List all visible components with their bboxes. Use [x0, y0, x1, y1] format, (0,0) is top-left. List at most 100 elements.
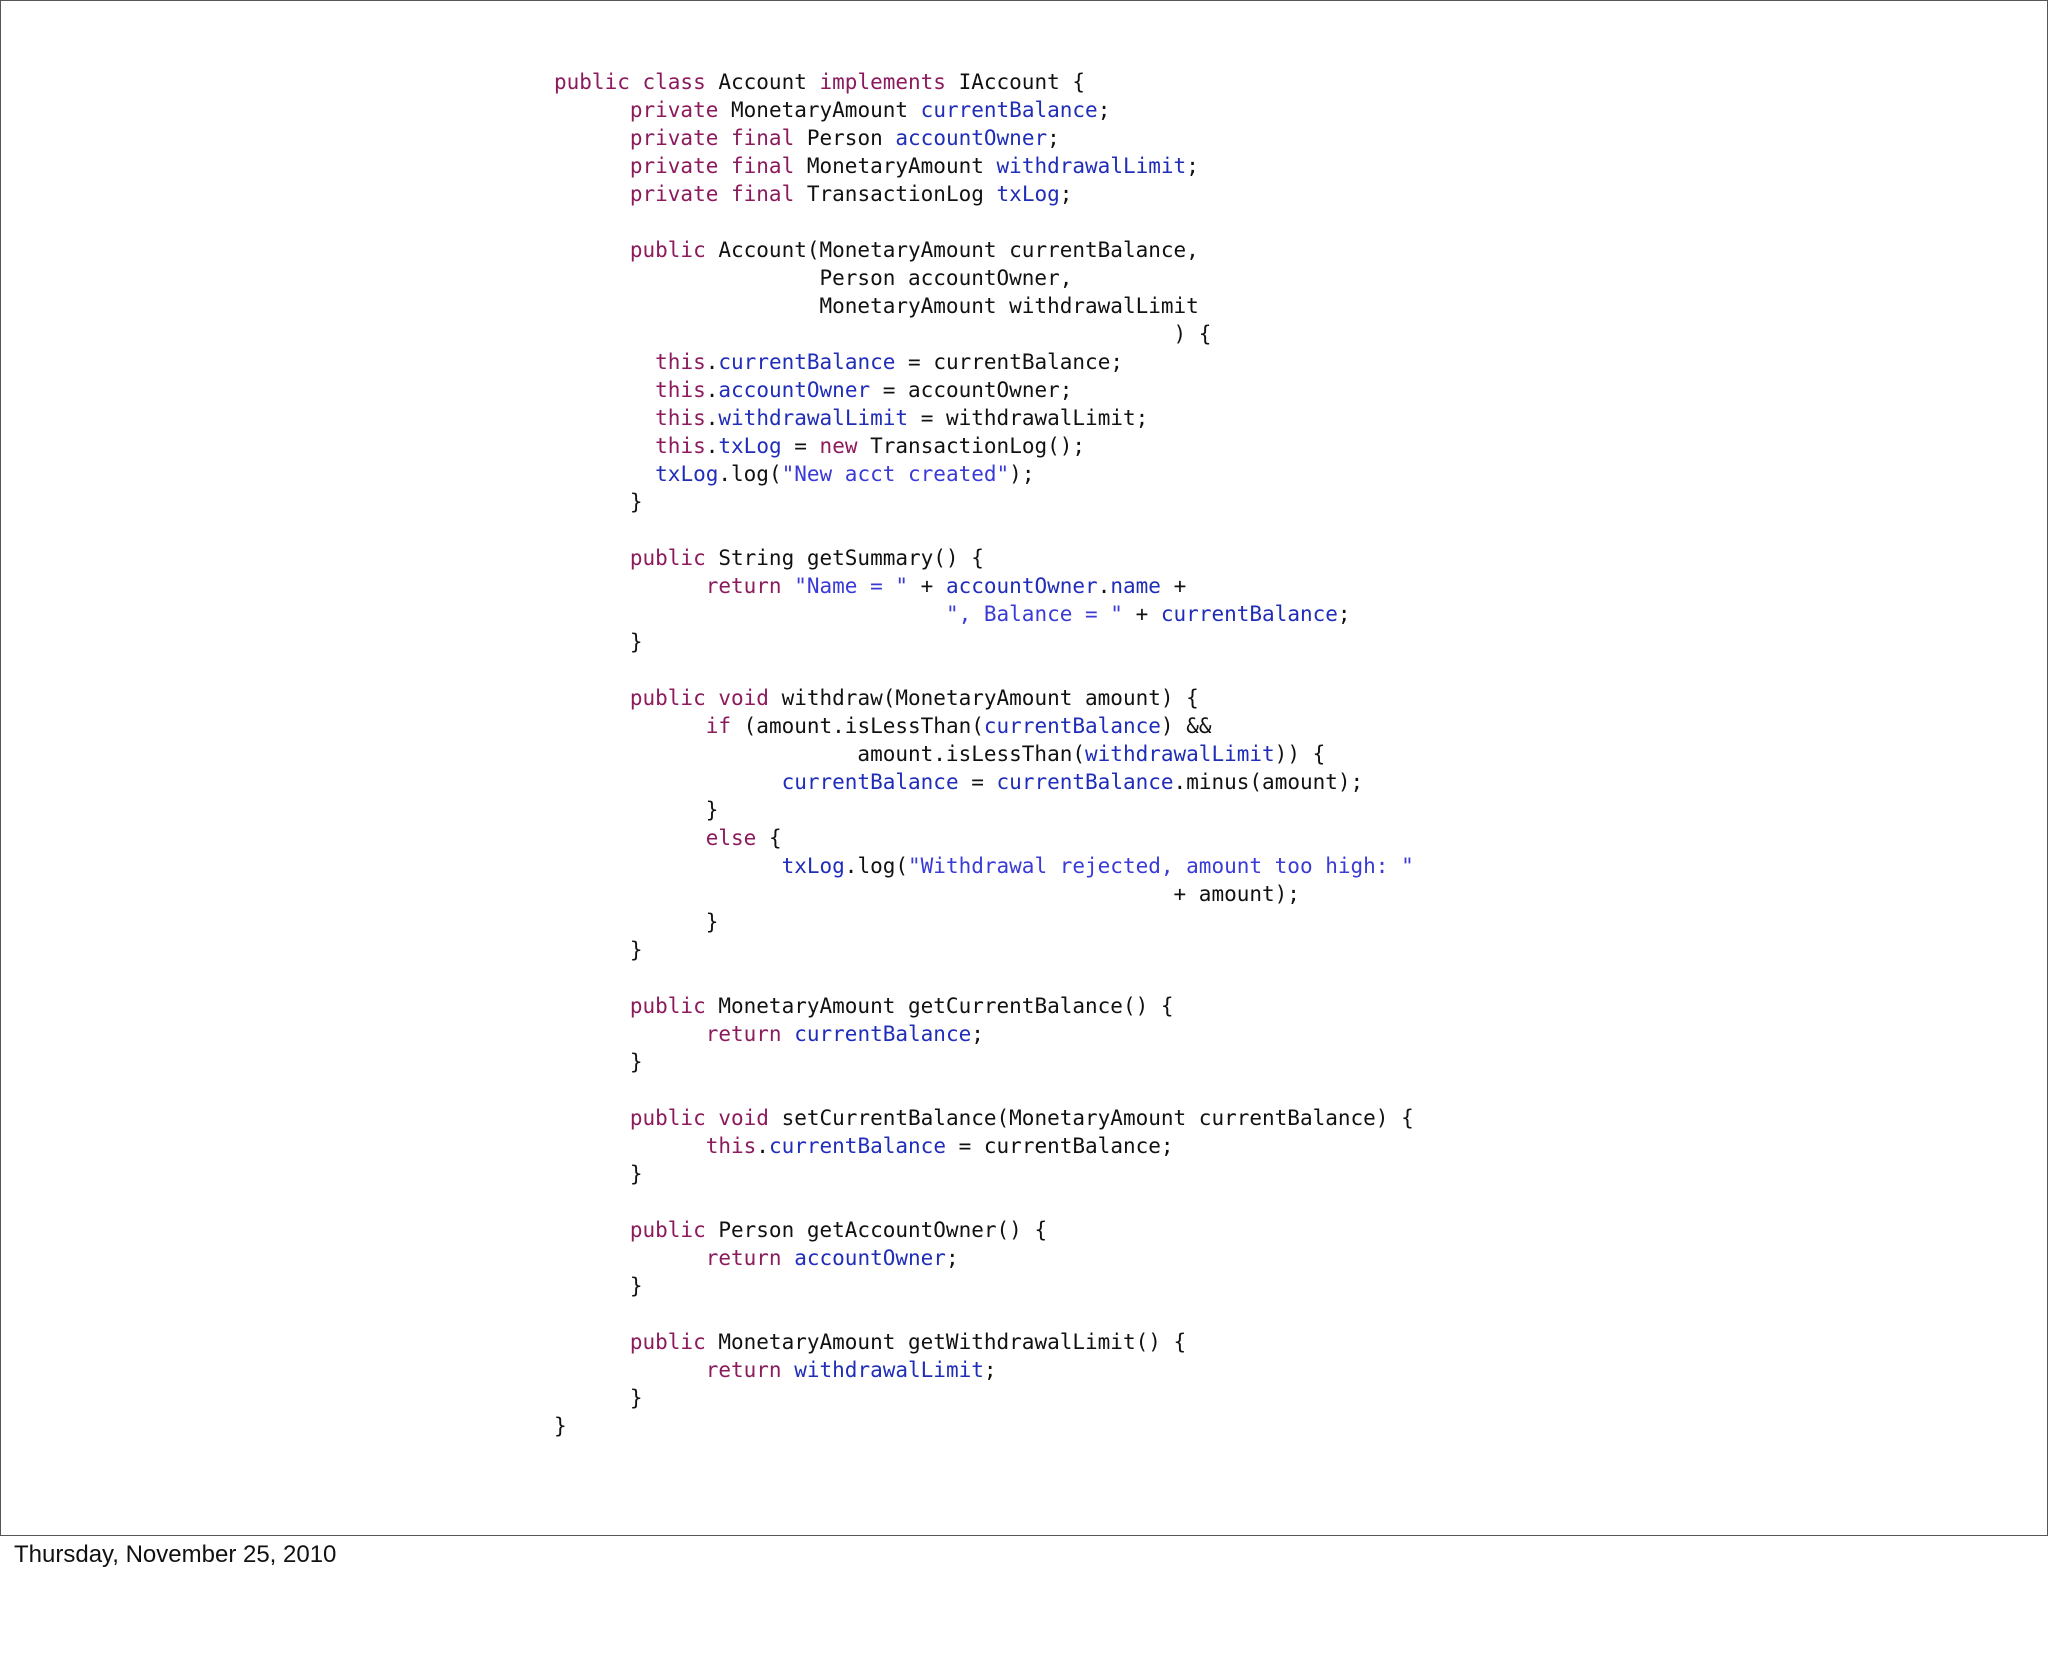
code-field: accountOwner	[718, 378, 871, 402]
code-text: Person accountOwner,	[554, 266, 1073, 290]
code-text: ;	[983, 1358, 997, 1382]
code-line: txLog.log("New acct created");	[554, 460, 1414, 488]
code-field: txLog	[996, 182, 1060, 206]
code-text: Person getAccountOwner() {	[705, 1218, 1048, 1242]
code-field: withdrawalLimit	[794, 1358, 984, 1382]
code-keyword: implements	[819, 70, 946, 94]
code-line: }	[554, 1412, 1414, 1440]
code-line: private final Person accountOwner;	[554, 124, 1414, 152]
code-text: ) &&	[1160, 714, 1212, 738]
code-keyword: public	[629, 1218, 706, 1242]
code-keyword: this	[655, 378, 706, 402]
code-line: }	[554, 628, 1414, 656]
code-line: }	[554, 796, 1414, 824]
code-line: }	[554, 1384, 1414, 1412]
code-text: ;	[1186, 154, 1199, 178]
code-field: name	[1110, 574, 1161, 598]
code-text: .	[705, 350, 719, 374]
code-text: = accountOwner;	[870, 378, 1073, 402]
code-line: this.currentBalance = currentBalance;	[554, 348, 1414, 376]
code-keyword: new	[819, 434, 858, 458]
code-field: withdrawalLimit	[996, 154, 1187, 178]
code-text: MonetaryAmount	[794, 154, 997, 178]
code-text: IAccount {	[945, 70, 1086, 94]
code-field: accountOwner	[895, 126, 1048, 150]
code-text: .minus(amount);	[1173, 770, 1364, 794]
code-text: Account	[705, 70, 820, 94]
code-text: }	[554, 1050, 643, 1074]
code-text: {	[756, 826, 782, 850]
code-text: amount.isLessThan(	[554, 742, 1086, 766]
code-text: Person	[794, 126, 896, 150]
code-line: txLog.log("Withdrawal rejected, amount t…	[554, 852, 1414, 880]
code-text: setCurrentBalance(MonetaryAmount current…	[768, 1106, 1414, 1130]
code-text: }	[554, 1386, 643, 1410]
code-text: .	[705, 406, 719, 430]
code-field: currentBalance	[768, 1134, 946, 1158]
code-text: .log(	[718, 462, 782, 486]
code-text: MonetaryAmount getCurrentBalance() {	[705, 994, 1174, 1018]
code-text: }	[554, 1274, 643, 1298]
code-text: }	[554, 1414, 567, 1438]
code-line: this.accountOwner = accountOwner;	[554, 376, 1414, 404]
code-line: amount.isLessThan(withdrawalLimit)) {	[554, 740, 1414, 768]
code-text: MonetaryAmount getWithdrawalLimit() {	[705, 1330, 1187, 1354]
code-text: MonetaryAmount	[718, 98, 921, 122]
code-line: MonetaryAmount withdrawalLimit	[554, 292, 1414, 320]
code-line: currentBalance = currentBalance.minus(am…	[554, 768, 1414, 796]
code-text: }	[554, 630, 643, 654]
code-text: = currentBalance;	[895, 350, 1123, 374]
code-line: }	[554, 908, 1414, 936]
code-field: withdrawalLimit	[718, 406, 909, 430]
code-keyword: this	[655, 434, 706, 458]
code-text: }	[554, 490, 643, 514]
code-text: =	[781, 434, 820, 458]
code-keyword: return	[705, 1022, 782, 1046]
code-text: = currentBalance;	[945, 1134, 1174, 1158]
code-line: + amount);	[554, 880, 1414, 908]
code-line: if (amount.isLessThan(currentBalance) &&	[554, 712, 1414, 740]
code-line: public class Account implements IAccount…	[554, 68, 1414, 96]
code-text: }	[554, 798, 719, 822]
code-field: currentBalance	[920, 98, 1098, 122]
code-keyword: this	[655, 350, 706, 374]
code-text: ;	[1047, 126, 1060, 150]
code-line: Person accountOwner,	[554, 264, 1414, 292]
code-keyword: public class	[554, 70, 706, 94]
code-line: }	[554, 936, 1414, 964]
code-keyword: this	[705, 1134, 757, 1158]
code-line: public void withdraw(MonetaryAmount amou…	[554, 684, 1414, 712]
code-line: private final MonetaryAmount withdrawalL…	[554, 152, 1414, 180]
code-line: return currentBalance;	[554, 1020, 1414, 1048]
code-text: );	[1009, 462, 1035, 486]
code-keyword: public void	[629, 686, 769, 710]
code-text: String getSummary() {	[705, 546, 984, 570]
code-text: (amount.isLessThan(	[731, 714, 984, 738]
code-line: this.currentBalance = currentBalance;	[554, 1132, 1414, 1160]
code-text: +	[908, 574, 946, 598]
code-keyword: else	[705, 826, 757, 850]
code-text: ;	[1097, 98, 1111, 122]
slide-frame: public class Account implements IAccount…	[0, 0, 2048, 1536]
code-line: private MonetaryAmount currentBalance;	[554, 96, 1414, 124]
